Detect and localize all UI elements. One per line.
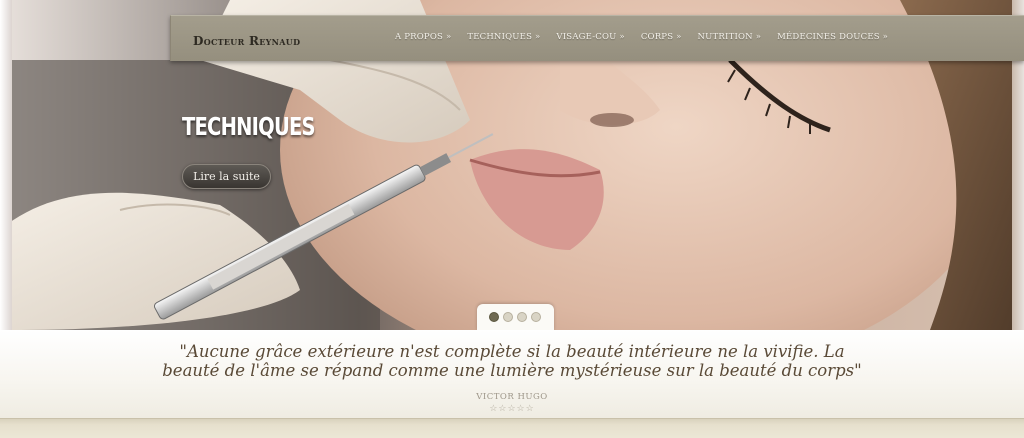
slider-dot-1[interactable] bbox=[489, 312, 499, 322]
nav-item-techniques[interactable]: TECHNIQUES » bbox=[459, 32, 548, 42]
nav-item-medecines-douces[interactable]: MÉDECINES DOUCES » bbox=[769, 32, 896, 42]
nav-item-nutrition[interactable]: NUTRITION » bbox=[690, 32, 770, 42]
star-divider-icon: ☆☆☆☆☆ bbox=[489, 404, 535, 414]
site-logo[interactable]: Docteur Reynaud bbox=[193, 34, 300, 48]
nav-item-a-propos[interactable]: A PROPOS » bbox=[387, 32, 459, 42]
slider-dot-4[interactable] bbox=[531, 312, 541, 322]
nav-menu: A PROPOS » TECHNIQUES » VISAGE-COU » COR… bbox=[387, 32, 896, 42]
slider-dot-2[interactable] bbox=[503, 312, 513, 322]
main-navbar: Docteur Reynaud A PROPOS » TECHNIQUES » … bbox=[170, 15, 1024, 61]
read-more-button[interactable]: Lire la suite bbox=[182, 164, 271, 189]
slide-title: TECHNIQUES bbox=[182, 112, 316, 141]
slider-dot-3[interactable] bbox=[517, 312, 527, 322]
slider-pagination bbox=[477, 304, 554, 330]
quote-line-1: "Aucune grâce extérieure n'est complète … bbox=[179, 342, 845, 361]
quote-line-2: beauté de l'âme se répand comme une lumi… bbox=[162, 361, 862, 380]
quote-text: "Aucune grâce extérieure n'est complète … bbox=[0, 342, 1024, 380]
hero-left-edge bbox=[0, 0, 12, 330]
nav-item-visage-cou[interactable]: VISAGE-COU » bbox=[548, 32, 632, 42]
quote-section: "Aucune grâce extérieure n'est complète … bbox=[0, 330, 1024, 418]
quote-author: VICTOR HUGO bbox=[476, 392, 548, 402]
bottom-divider bbox=[0, 418, 1024, 438]
nav-item-corps[interactable]: CORPS » bbox=[633, 32, 690, 42]
